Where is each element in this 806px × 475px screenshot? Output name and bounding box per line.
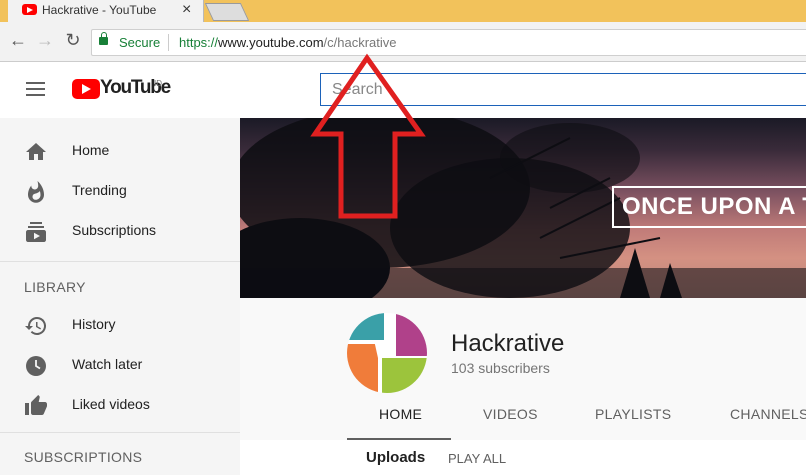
forward-icon[interactable]: → bbox=[35, 30, 55, 50]
tab-playlists[interactable]: PLAYLISTS bbox=[595, 406, 671, 422]
browser-tab-strip: Hackrative - YouTube × bbox=[0, 0, 806, 22]
clock-icon bbox=[26, 356, 46, 376]
tab-title: Hackrative - YouTube bbox=[42, 3, 157, 17]
channel-avatar[interactable] bbox=[346, 312, 428, 394]
channel-page: ONCE UPON A TIME Hackrative 103 subscrib… bbox=[240, 118, 806, 475]
sidebar-item-history[interactable]: History bbox=[0, 304, 240, 344]
tab-channels[interactable]: CHANNELS bbox=[730, 406, 806, 422]
sidebar-item-label: Trending bbox=[72, 182, 127, 198]
tab-home[interactable]: HOME bbox=[379, 406, 422, 422]
uploads-title: Uploads bbox=[366, 449, 426, 466]
sidebar-item-label: History bbox=[72, 316, 116, 332]
region-code: ID bbox=[154, 79, 162, 88]
home-icon bbox=[26, 143, 46, 160]
url-path: /c/hackrative bbox=[323, 35, 397, 50]
sidebar: Home Trending Subscriptions LIBRARY Hist… bbox=[0, 118, 240, 475]
url-host: www.youtube.com bbox=[218, 35, 324, 50]
new-tab-button[interactable] bbox=[204, 3, 250, 21]
subscriptions-icon bbox=[26, 222, 46, 242]
subscriber-count: 103 subscribers bbox=[451, 360, 550, 376]
browser-tab[interactable]: Hackrative - YouTube × bbox=[8, 0, 204, 22]
sidebar-item-home[interactable]: Home bbox=[0, 130, 240, 170]
address-divider bbox=[168, 34, 169, 51]
youtube-favicon-icon bbox=[22, 4, 37, 15]
close-tab-icon[interactable]: × bbox=[182, 1, 191, 19]
youtube-header: YouTube ID Search bbox=[0, 62, 806, 118]
sidebar-item-label: Home bbox=[72, 142, 110, 158]
sidebar-item-watch-later[interactable]: Watch later bbox=[0, 344, 240, 384]
banner-title: ONCE UPON A TIME bbox=[622, 193, 806, 220]
sidebar-item-label: Subscriptions bbox=[72, 222, 157, 238]
youtube-logo-icon[interactable] bbox=[72, 79, 100, 99]
thumbs-up-icon bbox=[25, 395, 47, 415]
library-heading: LIBRARY bbox=[24, 279, 86, 295]
sidebar-item-label: Watch later bbox=[72, 356, 143, 372]
sidebar-divider bbox=[0, 432, 240, 433]
sidebar-item-label: Liked videos bbox=[72, 396, 150, 412]
url-text[interactable]: https://www.youtube.com/c/hackrative bbox=[179, 35, 397, 50]
subscriptions-heading: SUBSCRIPTIONS bbox=[24, 449, 143, 465]
secure-label: Secure bbox=[119, 35, 161, 50]
back-icon[interactable]: ← bbox=[8, 30, 28, 50]
channel-tabs: HOME VIDEOS PLAYLISTS CHANNELS bbox=[240, 390, 806, 440]
channel-name: Hackrative bbox=[451, 330, 565, 357]
play-all-button[interactable]: PLAY ALL bbox=[448, 451, 506, 466]
reload-icon[interactable]: ↻ bbox=[63, 30, 83, 50]
address-bar[interactable]: Secure https://www.youtube.com/c/hackrat… bbox=[91, 29, 806, 56]
history-icon bbox=[25, 316, 47, 335]
sidebar-item-subscriptions[interactable]: Subscriptions bbox=[0, 210, 240, 250]
url-scheme: https:// bbox=[179, 35, 219, 50]
menu-icon[interactable] bbox=[26, 82, 45, 96]
uploads-section: Uploads PLAY ALL bbox=[240, 440, 806, 475]
browser-toolbar: ← → ↻ Secure https://www.youtube.com/c/h… bbox=[0, 22, 806, 62]
sidebar-item-liked-videos[interactable]: Liked videos bbox=[0, 384, 240, 424]
lock-icon bbox=[99, 32, 108, 45]
channel-header: Hackrative 103 subscribers HOME VIDEOS P… bbox=[240, 298, 806, 475]
tab-videos[interactable]: VIDEOS bbox=[483, 406, 538, 422]
banner-title-box: ONCE UPON A TIME bbox=[612, 186, 806, 228]
search-placeholder: Search bbox=[332, 81, 383, 98]
sidebar-divider bbox=[0, 261, 240, 262]
flame-icon bbox=[28, 181, 44, 203]
channel-banner: ONCE UPON A TIME bbox=[240, 118, 806, 298]
search-input[interactable]: Search bbox=[320, 73, 806, 106]
sidebar-item-trending[interactable]: Trending bbox=[0, 170, 240, 210]
